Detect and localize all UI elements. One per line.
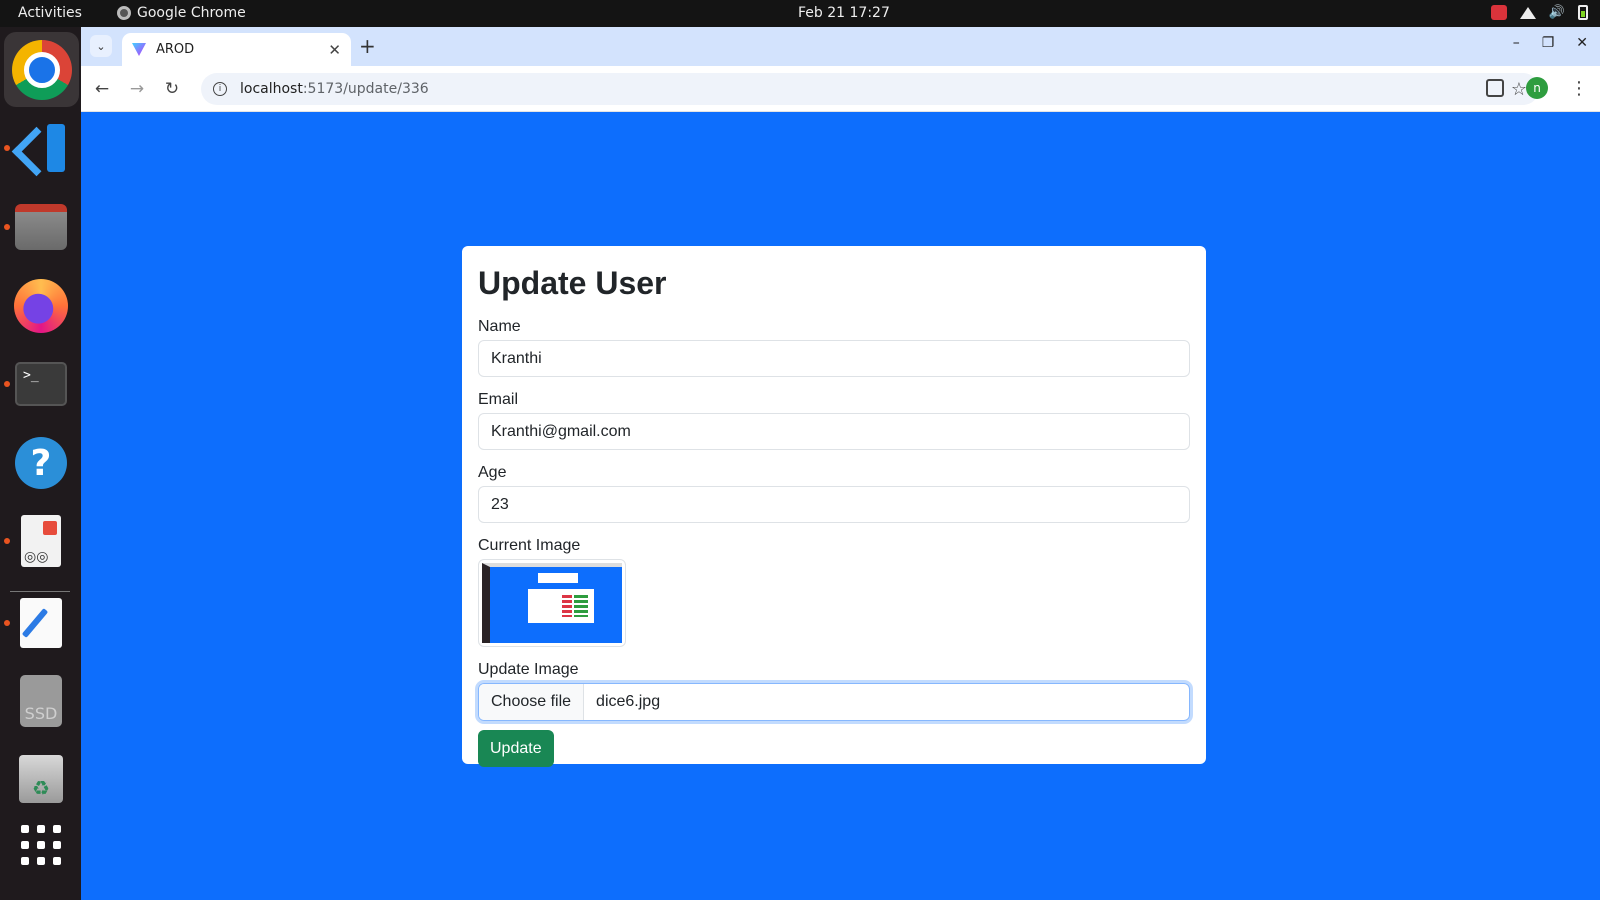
dock-app-grid[interactable] <box>13 817 69 873</box>
forward-icon[interactable]: → <box>124 76 150 102</box>
dock-text-editor[interactable] <box>13 595 69 651</box>
update-image-file-input[interactable]: Choose file dice6.jpg <box>478 683 1190 721</box>
chrome-small-icon <box>117 6 131 20</box>
page-viewport: Update User Name Kranthi Email Kranthi@g… <box>81 112 1600 900</box>
dock-trash[interactable]: ♻ <box>13 751 69 807</box>
system-tray[interactable]: 🔊 <box>1490 5 1588 20</box>
page-title: Update User <box>478 265 667 301</box>
chrome-window: ⌄ AROD ✕ + – ❐ ✕ ← → ↻ i localhost:5173/… <box>81 27 1600 900</box>
activities-button[interactable]: Activities <box>18 5 82 21</box>
document-viewer-icon <box>21 515 61 567</box>
thumbnail-detail <box>528 589 594 623</box>
choose-file-button[interactable]: Choose file <box>479 684 585 720</box>
address-bar[interactable]: i localhost:5173/update/336 ☆ <box>201 73 1539 105</box>
help-icon: ? <box>15 437 67 489</box>
dock-separator <box>10 591 70 592</box>
system-top-bar: Activities Google Chrome Feb 21 17:27 🔊 <box>0 0 1600 27</box>
wifi-icon <box>1519 6 1536 19</box>
tab-title: AROD <box>156 42 195 57</box>
dock-chrome[interactable] <box>4 32 79 107</box>
email-label: Email <box>478 391 519 408</box>
name-input[interactable]: Kranthi <box>478 340 1190 377</box>
dock-firefox[interactable] <box>13 278 69 334</box>
terminal-icon: >_ <box>15 362 67 406</box>
dock-files[interactable] <box>13 199 69 255</box>
dock-help[interactable]: ? <box>13 435 69 491</box>
dock-document-viewer[interactable] <box>13 513 69 569</box>
text-editor-icon <box>20 598 62 648</box>
trash-icon: ♻ <box>19 755 63 803</box>
app-menu[interactable]: Google Chrome <box>117 5 246 21</box>
thumbnail-detail <box>538 573 578 583</box>
email-input[interactable]: Kranthi@gmail.com <box>478 413 1190 450</box>
running-indicator <box>4 538 10 544</box>
extensions-icon[interactable] <box>1486 79 1504 97</box>
running-indicator <box>4 381 10 387</box>
more-menu-icon[interactable]: ⋮ <box>1570 78 1588 99</box>
tab-strip: ⌄ AROD ✕ + – ❐ ✕ <box>81 27 1600 66</box>
running-indicator <box>4 145 10 151</box>
dock: >_ ? SSD ♻ <box>0 27 81 900</box>
update-user-card: Update User Name Kranthi Email Kranthi@g… <box>462 246 1206 767</box>
close-window-icon[interactable]: ✕ <box>1576 35 1588 51</box>
restore-icon[interactable]: ❐ <box>1542 35 1555 51</box>
url-host: localhost <box>240 81 303 97</box>
files-icon <box>15 204 67 250</box>
update-image-label: Update Image <box>478 661 579 678</box>
age-label: Age <box>478 464 507 481</box>
screen-record-icon[interactable] <box>1490 5 1507 20</box>
name-label: Name <box>478 318 521 335</box>
tab-arod[interactable]: AROD ✕ <box>122 33 351 66</box>
tab-search-button[interactable]: ⌄ <box>90 35 112 57</box>
selected-file-name: dice6.jpg <box>596 693 661 710</box>
age-input[interactable]: 23 <box>478 486 1190 523</box>
volume-icon: 🔊 <box>1548 5 1565 20</box>
back-icon[interactable]: ← <box>89 76 115 102</box>
profile-avatar[interactable]: n <box>1526 77 1548 99</box>
clock[interactable]: Feb 21 17:27 <box>798 5 890 21</box>
site-info-icon[interactable]: i <box>213 82 227 96</box>
thumbnail-screenshot <box>482 563 622 643</box>
current-image-label: Current Image <box>478 537 581 554</box>
app-grid-icon <box>21 825 61 865</box>
firefox-icon <box>14 279 68 333</box>
ssd-drive-icon: SSD <box>20 675 62 727</box>
minimize-icon[interactable]: – <box>1513 35 1520 51</box>
app-menu-label: Google Chrome <box>137 5 246 21</box>
vite-favicon-icon <box>132 43 146 56</box>
new-tab-button[interactable]: + <box>359 34 376 58</box>
browser-toolbar: ← → ↻ i localhost:5173/update/336 ☆ n ⋮ <box>81 66 1600 112</box>
vscode-icon <box>15 122 67 174</box>
reload-icon[interactable]: ↻ <box>159 76 185 102</box>
dock-vscode[interactable] <box>13 120 69 176</box>
running-indicator <box>4 224 10 230</box>
battery-icon <box>1578 5 1588 20</box>
toolbar-actions: n ⋮ <box>1486 77 1588 99</box>
url-path: :5173/update/336 <box>302 81 429 97</box>
current-image-thumbnail <box>478 559 626 647</box>
chrome-icon <box>11 39 72 100</box>
update-button[interactable]: Update <box>478 730 554 767</box>
dock-terminal[interactable]: >_ <box>13 356 69 412</box>
tab-close-icon[interactable]: ✕ <box>328 41 341 59</box>
dock-ssd-drive[interactable]: SSD <box>13 673 69 729</box>
running-indicator <box>4 620 10 626</box>
window-controls: – ❐ ✕ <box>1513 35 1588 51</box>
